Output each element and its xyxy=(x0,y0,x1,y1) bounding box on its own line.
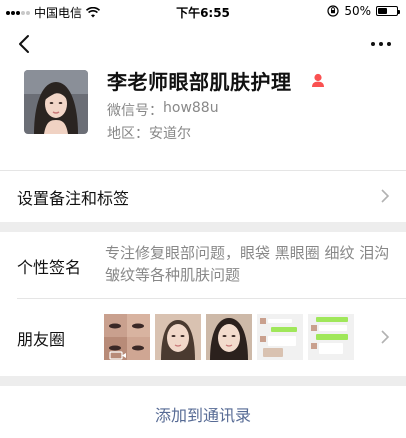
nav-bar xyxy=(0,24,406,64)
status-bar: 中国电信 下午6:55 50% xyxy=(0,0,406,24)
region-label: 地区： xyxy=(107,126,149,142)
battery-fill xyxy=(378,8,387,14)
status-bar-right: 50% xyxy=(327,4,400,18)
female-icon xyxy=(312,73,324,87)
moments-thumbnail xyxy=(257,314,303,360)
more-button[interactable] xyxy=(366,30,396,58)
set-remark-row[interactable]: 设置备注和标签 xyxy=(0,170,406,222)
moments-thumbnail xyxy=(155,314,201,360)
battery-icon xyxy=(376,6,400,16)
profile-header: 李老师眼部肌肤护理 微信号： how88u 地区： 安道尔 xyxy=(0,64,406,170)
add-contact-row: 添加到通讯录 xyxy=(0,386,406,438)
divider xyxy=(17,298,406,299)
moments-thumbnails xyxy=(104,314,354,360)
moments-thumbnail xyxy=(104,314,150,360)
avatar[interactable] xyxy=(24,70,88,134)
region-row: 地区： 安道尔 xyxy=(107,123,191,143)
back-button[interactable] xyxy=(12,30,36,58)
signature-row: 个性签名 专注修复眼部问题，眼袋 黑眼圈 细纹 泪沟皱纹等各种肌肤问题 xyxy=(0,232,406,298)
battery-percent: 50% xyxy=(344,4,371,18)
signature-label: 个性签名 xyxy=(17,258,82,277)
wechat-id-value[interactable]: how88u xyxy=(163,100,219,120)
add-to-contacts-button[interactable]: 添加到通讯录 xyxy=(0,402,406,426)
moments-row[interactable]: 朋友圈 xyxy=(0,298,406,376)
signature-text: 专注修复眼部问题，眼袋 黑眼圈 细纹 泪沟皱纹等各种肌肤问题 xyxy=(105,244,390,284)
moments-thumbnail xyxy=(308,314,354,360)
avatar-image xyxy=(24,70,88,134)
chevron-left-icon xyxy=(19,35,29,53)
orientation-lock-icon xyxy=(327,5,339,17)
contact-name: 李老师眼部肌肤护理 xyxy=(107,70,292,94)
region-value: 安道尔 xyxy=(149,126,191,142)
moments-label: 朋友圈 xyxy=(17,330,66,349)
wechat-id-label: 微信号： xyxy=(107,103,163,119)
moments-thumbnail xyxy=(206,314,252,360)
set-remark-label: 设置备注和标签 xyxy=(17,189,130,208)
wechat-id-row: 微信号： how88u xyxy=(107,100,219,120)
more-dots-icon xyxy=(371,42,391,46)
chevron-right-icon xyxy=(381,189,390,203)
chevron-right-icon xyxy=(381,330,390,344)
